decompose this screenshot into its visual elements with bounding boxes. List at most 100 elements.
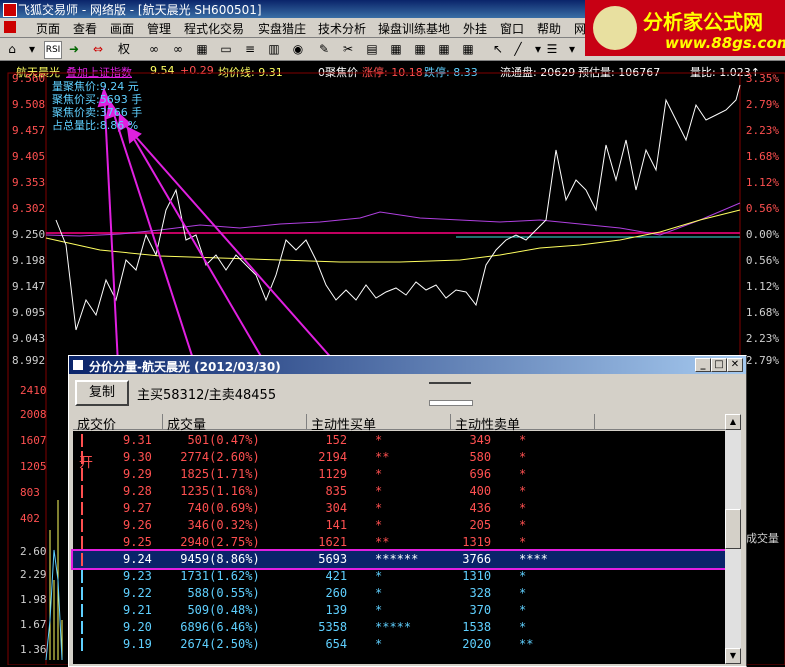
- cell-price: 9.26: [123, 518, 152, 532]
- cell-buy-bar: *: [375, 586, 383, 600]
- stop-icon[interactable]: ◉: [290, 41, 306, 57]
- table-row[interactable]: 9.25 2940(2.75%) 1621 ** 1319 *: [73, 534, 729, 551]
- cell-active-buy: 1129: [311, 467, 348, 481]
- row-marker: [81, 570, 83, 583]
- cell-volume: 346(0.32%): [173, 518, 260, 532]
- tool2-icon[interactable]: ✂: [340, 41, 356, 57]
- price-axis-label: 9.302: [12, 202, 46, 215]
- site-logo: 分析家公式网 www.88gs.com: [585, 0, 785, 56]
- table-row[interactable]: 9.26 346(0.32%) 141 * 205 *: [73, 517, 729, 534]
- right-menu-icon[interactable]: 权: [116, 41, 132, 57]
- menu-view[interactable]: 查看: [73, 20, 97, 37]
- table-row[interactable]: 9.31 501(0.47%) 152 * 349 *: [73, 432, 729, 449]
- table-row[interactable]: 9.19 2674(2.50%) 654 * 2020 **: [73, 636, 729, 653]
- menu-program-trading[interactable]: 程式化交易: [184, 20, 244, 37]
- pct-axis-label: 1.12%: [745, 176, 779, 189]
- grid2-icon[interactable]: ▦: [388, 41, 404, 57]
- cell-price: 9.28: [123, 484, 152, 498]
- rsi-icon[interactable]: RSI: [44, 41, 62, 59]
- table-icon[interactable]: ▦: [460, 41, 476, 57]
- cell-volume: 6896(6.46%): [173, 620, 260, 634]
- cell-sell-bar: *: [519, 586, 527, 600]
- table-row[interactable]: 9.29 1825(1.71%) 1129 * 696 *: [73, 466, 729, 483]
- menu-window[interactable]: 窗口: [500, 20, 524, 37]
- line-tool-icon[interactable]: ╱: [510, 41, 526, 57]
- indicator-axis-label: 2.29: [20, 568, 47, 581]
- grid4-icon[interactable]: ▦: [436, 41, 452, 57]
- list-icon[interactable]: ▤: [364, 41, 380, 57]
- cursor-icon[interactable]: ↖: [490, 41, 506, 57]
- grid3-icon[interactable]: ▦: [412, 41, 428, 57]
- col-active-buy-header[interactable]: 主动性买单: [307, 414, 451, 433]
- cell-sell-bar: *: [519, 603, 527, 617]
- table-row[interactable]: 9.30 2774(2.60%) 2194 ** 580 *: [73, 449, 729, 466]
- focus-sell-line: 聚焦价卖:3766 手: [52, 106, 143, 119]
- grid-icon[interactable]: ▦: [194, 41, 210, 57]
- cell-price: 9.29: [123, 467, 152, 481]
- menu-manage[interactable]: 管理: [147, 20, 171, 37]
- table-row[interactable]: 9.24 9459(8.86%) 5693 ****** 3766 ****: [71, 549, 731, 570]
- double-arrow-icon[interactable]: ⇔: [90, 41, 106, 57]
- scroll-thumb[interactable]: [725, 509, 741, 549]
- lines-icon[interactable]: ☰: [544, 41, 560, 57]
- scroll-down-button[interactable]: ▼: [725, 648, 741, 664]
- table-row[interactable]: 9.23 1731(1.62%) 421 * 1310 *: [73, 568, 729, 585]
- cell-buy-bar: *: [375, 603, 383, 617]
- price-axis-label: 8.992: [12, 354, 46, 367]
- system-menu-icon[interactable]: [4, 21, 16, 33]
- table-row[interactable]: 9.21 509(0.48%) 139 * 370 *: [73, 602, 729, 619]
- sort-icon[interactable]: ≡: [242, 41, 258, 57]
- cell-sell-bar: *: [519, 484, 527, 498]
- menu-help[interactable]: 帮助: [537, 20, 561, 37]
- menu-page[interactable]: 页面: [36, 20, 60, 37]
- window-title: 飞狐交易师 - 网络版 - [航天晨光 SH600501]: [18, 3, 262, 17]
- menu-dealer-hunt[interactable]: 实盘猎庄: [258, 20, 306, 37]
- pct-axis-label: 2.23%: [745, 124, 779, 137]
- table-row[interactable]: 9.28 1235(1.16%) 835 * 400 *: [73, 483, 729, 500]
- menu-technical-analysis[interactable]: 技术分析: [318, 20, 366, 37]
- table-row[interactable]: 9.20 6896(6.46%) 5358 ***** 1538 *: [73, 619, 729, 636]
- progress-indicator: [429, 400, 473, 406]
- dialog-icon: [73, 360, 83, 370]
- glasses-icon[interactable]: ∞: [146, 41, 162, 57]
- table-row[interactable]: 9.27 740(0.69%) 304 * 436 *: [73, 500, 729, 517]
- close-button[interactable]: ✕: [727, 358, 743, 372]
- cell-active-sell: 1319: [455, 535, 492, 549]
- cell-active-sell: 696: [455, 467, 492, 481]
- cell-buy-bar: *: [375, 484, 383, 498]
- minimize-button[interactable]: _: [695, 358, 711, 372]
- home-icon[interactable]: ⌂: [4, 41, 20, 57]
- menu-plugin[interactable]: 外挂: [463, 20, 487, 37]
- col-volume-header[interactable]: 成交量: [163, 414, 307, 433]
- cell-price: 9.24: [123, 552, 152, 566]
- cell-active-buy: 1621: [311, 535, 348, 549]
- cell-volume: 2774(2.60%): [173, 450, 260, 464]
- vertical-scrollbar[interactable]: ▲ ▼: [725, 414, 741, 664]
- price-axis-label: 9.147: [12, 280, 46, 293]
- window-icon[interactable]: ▭: [218, 41, 234, 57]
- col-active-sell-header[interactable]: 主动性卖单: [451, 414, 595, 433]
- logo-url: www.88gs.com: [665, 34, 785, 52]
- pct-axis-label: 2.79%: [745, 354, 779, 367]
- price-axis-label: 9.198: [12, 254, 46, 267]
- price-line: [55, 84, 741, 331]
- bars-icon[interactable]: ▥: [266, 41, 282, 57]
- table-row[interactable]: 9.22 588(0.55%) 260 * 328 *: [73, 585, 729, 602]
- menu-training[interactable]: 操盘训练基地: [378, 20, 450, 37]
- glasses2-icon[interactable]: ∞: [170, 41, 186, 57]
- cell-active-buy: 835: [311, 484, 348, 498]
- row-marker: [81, 621, 83, 634]
- copy-button[interactable]: 复制: [75, 380, 129, 406]
- col-price-header[interactable]: 成交价: [73, 414, 163, 433]
- cell-volume: 588(0.55%): [173, 586, 260, 600]
- scroll-up-button[interactable]: ▲: [725, 414, 741, 430]
- maximize-button[interactable]: □: [711, 358, 727, 372]
- arrow-right-icon[interactable]: ➜: [66, 41, 82, 57]
- menu-screen[interactable]: 画面: [110, 20, 134, 37]
- dropdown-icon[interactable]: ▾: [24, 41, 40, 57]
- dropdown3-icon[interactable]: ▾: [564, 41, 580, 57]
- tool-icon[interactable]: ✎: [316, 41, 332, 57]
- cell-sell-bar: *: [519, 433, 527, 447]
- cell-active-sell: 1310: [455, 569, 492, 583]
- row-marker: [81, 451, 83, 464]
